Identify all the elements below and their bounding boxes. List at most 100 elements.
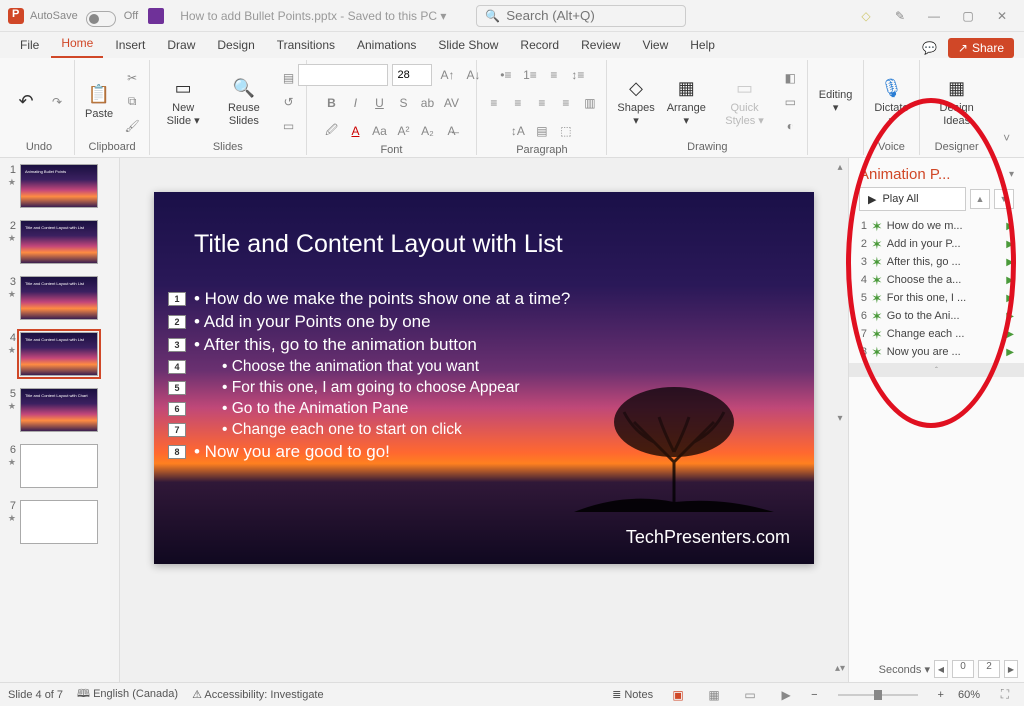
shape-effects-icon[interactable]: ◐ xyxy=(779,115,801,137)
seconds-next[interactable]: ▶ xyxy=(1004,660,1018,678)
align-right-icon[interactable]: ≡ xyxy=(531,92,553,114)
animation-item[interactable]: 8✶Now you are ...▶ xyxy=(849,343,1024,361)
tab-record[interactable]: Record xyxy=(510,34,569,58)
close-button[interactable]: ✕ xyxy=(988,2,1016,30)
animation-item[interactable]: 7✶Change each ...▶ xyxy=(849,325,1024,343)
font-combo[interactable] xyxy=(298,64,388,86)
slide-thumbnail[interactable]: Two Content Layout with Table xyxy=(20,444,98,488)
italic-icon[interactable]: I xyxy=(344,92,366,114)
reset-icon[interactable]: ↺ xyxy=(278,91,300,113)
tab-animations[interactable]: Animations xyxy=(347,34,426,58)
slide-thumbnail[interactable]: Title and Content Layout with List xyxy=(20,220,98,264)
search-input[interactable]: 🔍 xyxy=(476,5,686,27)
shape-outline-icon[interactable]: ▭ xyxy=(779,91,801,113)
new-slide-button[interactable]: ▭New Slide ▾ xyxy=(156,74,210,128)
align-center-icon[interactable]: ≡ xyxy=(507,92,529,114)
move-down-button[interactable]: ▼ xyxy=(994,189,1014,209)
line-spacing-icon[interactable]: ↕≡ xyxy=(567,64,589,86)
slide-sorter-icon[interactable]: ▦ xyxy=(703,686,725,704)
premium-icon[interactable]: ◇ xyxy=(852,2,880,30)
animation-item[interactable]: 3✶After this, go ...▶ xyxy=(849,253,1024,271)
slide-thumbnail[interactable]: Title and Content Layout with Chart xyxy=(20,388,98,432)
smartart-icon[interactable]: ⬚ xyxy=(555,120,577,142)
clear-format-icon[interactable]: A̶ xyxy=(440,120,462,142)
layout-icon[interactable]: ▤ xyxy=(278,67,300,89)
slide-thumbnail[interactable]: Title and Content Layout with List xyxy=(20,332,98,376)
document-title[interactable]: How to add Bullet Points.pptx - Saved to… xyxy=(180,9,446,23)
zoom-level[interactable]: 60% xyxy=(958,689,980,701)
zoom-slider[interactable] xyxy=(838,694,918,696)
minimize-button[interactable]: — xyxy=(920,2,948,30)
cut-icon[interactable]: ✂ xyxy=(121,67,143,89)
seconds-label[interactable]: Seconds ▾ xyxy=(879,663,930,676)
shapes-button[interactable]: ◇Shapes ▾ xyxy=(613,74,658,128)
tab-design[interactable]: Design xyxy=(207,34,264,58)
list-level-icon[interactable]: ≡ xyxy=(543,64,565,86)
tab-draw[interactable]: Draw xyxy=(157,34,205,58)
tab-transitions[interactable]: Transitions xyxy=(267,34,345,58)
bold-icon[interactable]: B xyxy=(320,92,342,114)
font-size-combo[interactable] xyxy=(392,64,432,86)
animation-item[interactable]: 2✶Add in your P...▶ xyxy=(849,235,1024,253)
underline-icon[interactable]: U xyxy=(368,92,390,114)
seconds-prev[interactable]: ◀ xyxy=(934,660,948,678)
highlight-icon[interactable]: 🖉 xyxy=(320,120,342,142)
slide-canvas[interactable]: Title and Content Layout with List 1 • H… xyxy=(154,192,814,564)
animation-item[interactable]: 5✶For this one, I ...▶ xyxy=(849,289,1024,307)
redo-button[interactable]: ↷ xyxy=(46,91,68,113)
animation-item[interactable]: 1✶How do we m...▶ xyxy=(849,217,1024,235)
tab-file[interactable]: File xyxy=(10,34,49,58)
slide-thumbnail[interactable]: Title and Content Layout with List xyxy=(20,276,98,320)
columns-icon[interactable]: ▥ xyxy=(579,92,601,114)
bullets-icon[interactable]: •≡ xyxy=(495,64,517,86)
pencil-icon[interactable]: ✎ xyxy=(886,2,914,30)
ribbon-collapse-icon[interactable]: ˅ xyxy=(997,127,1016,149)
char-spacing-icon[interactable]: AV xyxy=(440,92,462,114)
align-text-icon[interactable]: ▤ xyxy=(531,120,553,142)
normal-view-icon[interactable]: ▣ xyxy=(667,686,689,704)
maximize-button[interactable]: ▢ xyxy=(954,2,982,30)
fit-to-window-icon[interactable]: ⛶ xyxy=(994,686,1016,704)
autosave-toggle[interactable] xyxy=(86,11,116,27)
save-icon[interactable] xyxy=(148,8,164,24)
search-field[interactable] xyxy=(506,8,683,23)
tab-view[interactable]: View xyxy=(632,34,678,58)
tab-review[interactable]: Review xyxy=(571,34,630,58)
shape-fill-icon[interactable]: ◧ xyxy=(779,67,801,89)
animation-item[interactable]: 6✶Go to the Ani...▶ xyxy=(849,307,1024,325)
vertical-scrollbar[interactable]: ▴▾▴▾ xyxy=(832,158,848,682)
zoom-in-icon[interactable]: + xyxy=(938,689,944,701)
reuse-slides-button[interactable]: 🔍Reuse Slides xyxy=(214,74,273,128)
strike-icon[interactable]: S xyxy=(392,92,414,114)
undo-button[interactable]: ↶ xyxy=(10,88,42,116)
design-ideas-button[interactable]: ▦Design Ideas xyxy=(926,74,987,128)
animation-item[interactable]: 4✶Choose the a...▶ xyxy=(849,271,1024,289)
accessibility-status[interactable]: ⚠ Accessibility: Investigate xyxy=(192,688,324,701)
text-direction-icon[interactable]: ↕A xyxy=(507,120,529,142)
dictate-button[interactable]: 🎙Dictate ▾ xyxy=(870,74,913,128)
quick-styles-button[interactable]: ▭Quick Styles ▾ xyxy=(714,74,775,128)
arrange-button[interactable]: ▦Arrange ▾ xyxy=(663,74,710,128)
tab-home[interactable]: Home xyxy=(51,32,103,58)
justify-icon[interactable]: ≡ xyxy=(555,92,577,114)
zoom-out-icon[interactable]: − xyxy=(811,689,817,701)
share-button[interactable]: ↗ Share xyxy=(948,38,1014,58)
section-icon[interactable]: ▭ xyxy=(278,115,300,137)
move-up-button[interactable]: ▲ xyxy=(970,189,990,209)
slide-thumbnail[interactable]: Two Content Layout with SmartArt xyxy=(20,500,98,544)
paste-button[interactable]: 📋Paste xyxy=(81,80,117,122)
font-color-icon[interactable]: A xyxy=(344,120,366,142)
slide-thumbnails[interactable]: 1★ Animating Bullet Points2★ Title and C… xyxy=(0,158,120,682)
tab-slideshow[interactable]: Slide Show xyxy=(428,34,508,58)
increase-font-icon[interactable]: A↑ xyxy=(436,64,458,86)
slideshow-view-icon[interactable]: ▶ xyxy=(775,686,797,704)
superscript-icon[interactable]: A² xyxy=(392,120,414,142)
pane-menu-icon[interactable]: ▾ xyxy=(1009,169,1014,180)
editing-button[interactable]: Editing ▾ xyxy=(814,87,857,115)
reading-view-icon[interactable]: ▭ xyxy=(739,686,761,704)
play-all-button[interactable]: ▶ Play All xyxy=(859,187,966,211)
tab-insert[interactable]: Insert xyxy=(105,34,155,58)
language-status[interactable]: 🕮 English (Canada) xyxy=(77,685,178,704)
subscript-icon[interactable]: A₂ xyxy=(416,120,438,142)
copy-icon[interactable]: ⧉ xyxy=(121,91,143,113)
